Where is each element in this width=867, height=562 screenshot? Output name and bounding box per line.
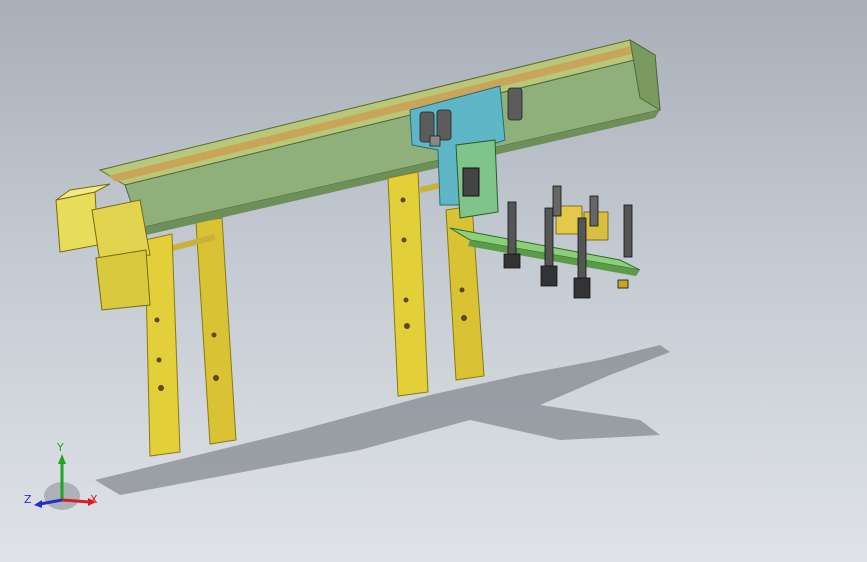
x-axis-label: X	[90, 493, 98, 506]
motor-housing[interactable]	[95, 249, 151, 311]
leg-front-left[interactable]	[144, 233, 181, 457]
ground-shadow	[95, 345, 670, 495]
y-axis-label: Y	[57, 441, 64, 454]
coordinate-triad: X Y Z	[18, 440, 108, 520]
motor-gearbox[interactable]	[55, 191, 99, 253]
slide-block	[462, 167, 480, 197]
assembly-scene[interactable]	[0, 0, 867, 562]
leg-back-left[interactable]	[195, 217, 237, 445]
leg-front-right[interactable]	[387, 171, 429, 397]
cad-viewport[interactable]: X Y Z	[0, 0, 867, 562]
x-axis-arrow	[61, 498, 91, 504]
z-axis-label: Z	[24, 493, 32, 506]
